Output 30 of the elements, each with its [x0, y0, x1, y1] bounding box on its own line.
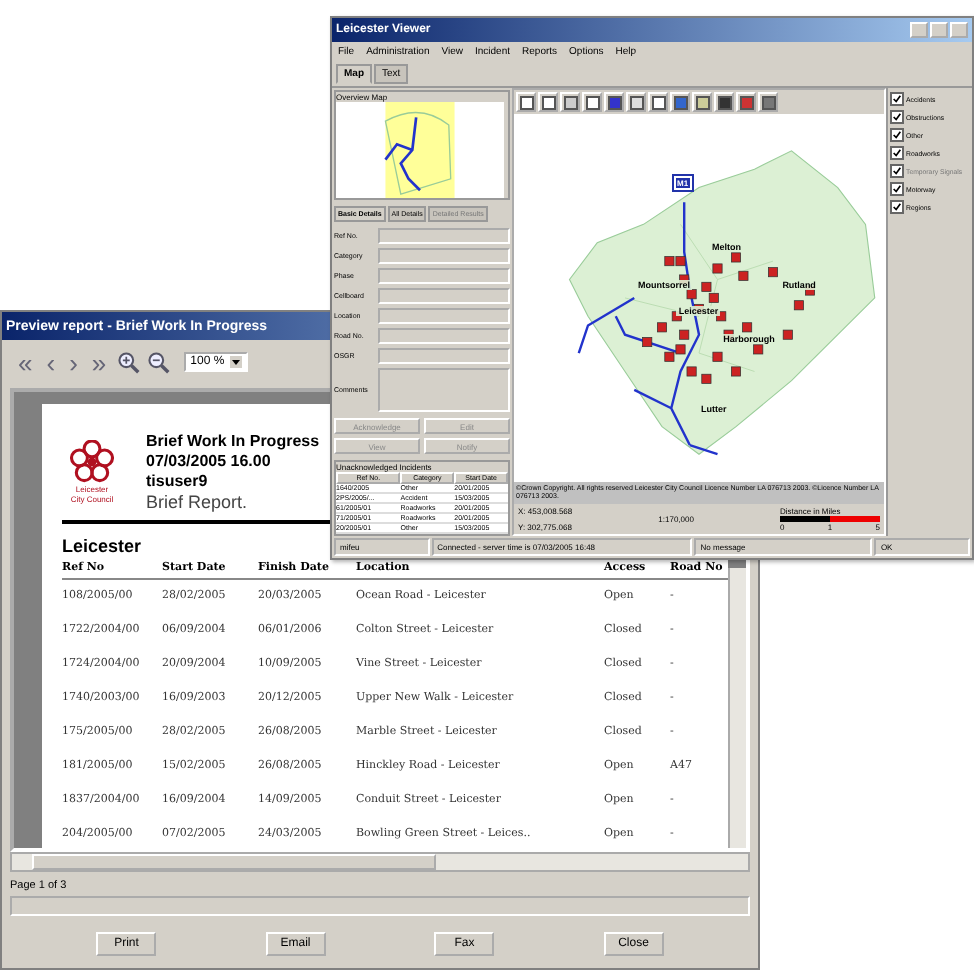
scale-bar — [780, 516, 880, 522]
input-field[interactable] — [378, 248, 510, 264]
checkbox[interactable] — [890, 128, 904, 142]
report-heading: 07/03/2005 16.00 — [146, 452, 273, 470]
section-title: Leicester — [62, 536, 142, 556]
input-field[interactable] — [378, 268, 510, 284]
input-field[interactable] — [378, 368, 510, 412]
input-field[interactable] — [378, 348, 510, 364]
flower-logo-icon — [70, 440, 114, 484]
checkbox[interactable] — [890, 92, 904, 106]
checkbox[interactable] — [890, 146, 904, 160]
caret-icon — [230, 356, 243, 368]
input-field[interactable] — [378, 308, 510, 324]
report-subtitle: Brief Report. — [146, 492, 250, 512]
zoom-out-icon[interactable] — [146, 350, 171, 374]
nav-button[interactable]: › — [65, 349, 82, 375]
input-field[interactable] — [378, 228, 510, 244]
nav-button[interactable]: « — [14, 349, 37, 375]
vertical-scrollbar[interactable] — [728, 568, 746, 848]
report-heading: Brief Work In Progress — [146, 432, 320, 450]
checkbox[interactable] — [890, 200, 904, 214]
horizontal-scrollbar[interactable] — [10, 852, 750, 872]
nav-button[interactable]: ‹ — [42, 349, 60, 375]
nav-button[interactable]: » — [87, 349, 111, 375]
input-field[interactable] — [378, 288, 510, 304]
input-field[interactable] — [378, 328, 510, 344]
checkbox[interactable] — [890, 182, 904, 196]
checkbox[interactable] — [890, 110, 904, 124]
zoom-in-icon[interactable] — [116, 350, 141, 374]
report-heading: tisuser9 — [146, 472, 210, 490]
